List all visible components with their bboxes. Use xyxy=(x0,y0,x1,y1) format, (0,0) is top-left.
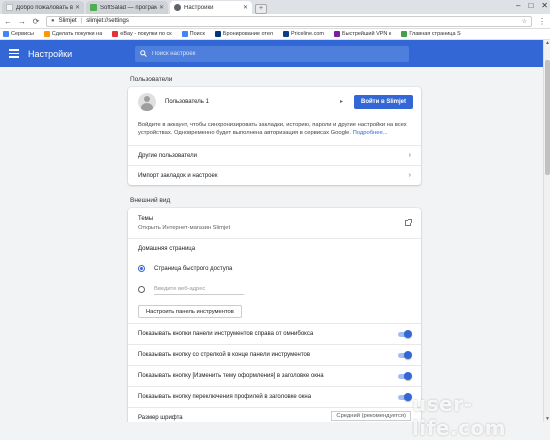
avatar xyxy=(138,92,156,111)
secure-icon: ● xyxy=(51,18,55,24)
reload-icon[interactable]: ⟳ xyxy=(32,17,40,26)
learn-more-link[interactable]: Подробнее... xyxy=(353,130,388,136)
minimize-icon[interactable]: – xyxy=(516,1,520,10)
settings-content: Пользователи Пользователь 1 ▸ Войти в Sl… xyxy=(0,67,543,422)
bookmarks-bar: Сервисы Сделать покупки на eBay - покупк… xyxy=(0,29,550,40)
settings-search[interactable] xyxy=(135,45,409,62)
bookmark-item[interactable]: Priceline.com xyxy=(282,31,324,37)
radio-speed-dial[interactable]: Страница быстрого доступа xyxy=(128,258,421,279)
close-icon[interactable]: ✕ xyxy=(75,4,80,11)
toggle-switch[interactable] xyxy=(398,329,412,338)
external-link-icon[interactable] xyxy=(405,219,412,226)
bookmark-item[interactable]: Главная страница S xyxy=(401,31,461,37)
close-icon[interactable]: ✕ xyxy=(243,4,248,11)
scrollbar-thumb[interactable] xyxy=(545,60,550,175)
browser-tab-1[interactable]: SoftSalad — программы ✕ xyxy=(86,1,168,14)
toggle-switch[interactable] xyxy=(398,350,412,359)
bookmark-favicon-icon xyxy=(43,31,50,37)
themes-row[interactable]: Темы Открыть Интернет-магазин Slimjet xyxy=(128,208,421,238)
tab-title: Настройки xyxy=(184,4,214,11)
hamburger-menu-icon[interactable] xyxy=(9,49,19,58)
bookmark-item[interactable]: Сделать покупки на xyxy=(43,31,102,37)
chevron-right-icon: › xyxy=(408,172,411,179)
toggle-switch[interactable] xyxy=(398,371,412,380)
star-icon[interactable]: ☆ xyxy=(522,18,527,25)
settings-favicon-icon xyxy=(174,4,181,11)
close-icon[interactable]: ✕ xyxy=(159,4,164,11)
signin-button[interactable]: Войти в Slimjet xyxy=(353,94,413,109)
bookmark-favicon-icon xyxy=(181,31,188,37)
other-people-row[interactable]: Другие пользователи › xyxy=(128,145,421,165)
themes-label: Темы xyxy=(138,215,154,222)
window-controls: – □ ✕ xyxy=(516,1,548,10)
bookmark-item[interactable]: Сервисы xyxy=(3,31,34,37)
import-bookmarks-row[interactable]: Импорт закладок и настроек › xyxy=(128,165,421,185)
scroll-up-icon[interactable]: ▲ xyxy=(544,40,550,46)
address-bar[interactable]: ● Slimjet | slimjet://settings ☆ xyxy=(46,15,532,27)
window-close-icon[interactable]: ✕ xyxy=(541,1,548,10)
chevron-right-icon: › xyxy=(408,152,411,159)
bookmark-item[interactable]: Бронирование отел xyxy=(214,31,273,37)
homepage-row: Домашняя страница xyxy=(128,238,421,258)
toggle-switch[interactable] xyxy=(398,392,412,401)
radio-selected-icon[interactable] xyxy=(138,265,145,272)
toggle-row[interactable]: Показывать кнопку [Изменить тему оформле… xyxy=(128,365,421,386)
maximize-icon[interactable]: □ xyxy=(528,1,533,10)
themes-store-link: Открыть Интернет-магазин Slimjet xyxy=(138,224,231,231)
menu-icon[interactable]: ⋮ xyxy=(538,17,546,26)
new-tab-button[interactable]: + xyxy=(255,4,267,14)
toggle-row[interactable]: Показывать кнопку со стрелкой в конце па… xyxy=(128,344,421,365)
user-row: Пользователь 1 ▸ Войти в Slimjet xyxy=(128,87,421,116)
page-favicon-icon xyxy=(6,4,13,11)
bookmark-favicon-icon xyxy=(282,31,289,37)
bookmark-item[interactable]: eBay - покупки по ск xyxy=(112,31,172,37)
settings-header: Настройки xyxy=(0,40,543,67)
browser-tab-2[interactable]: Настройки ✕ xyxy=(170,1,252,14)
address-host: Slimjet xyxy=(58,18,77,24)
bookmark-favicon-icon xyxy=(214,31,221,37)
back-icon[interactable]: ← xyxy=(4,17,12,26)
sync-description: Войдите в аккаунт, чтобы синхронизироват… xyxy=(138,122,407,136)
customize-toolbar-button[interactable]: Настроить панель инструментов xyxy=(138,305,242,318)
homepage-url-input[interactable] xyxy=(154,284,244,295)
people-card: Пользователь 1 ▸ Войти в Slimjet Войдите… xyxy=(128,87,421,185)
customize-toolbar-row: Настроить панель инструментов xyxy=(128,300,421,323)
section-title-people: Пользователи xyxy=(130,76,173,83)
apps-icon xyxy=(3,31,9,37)
forward-icon[interactable]: → xyxy=(18,17,26,26)
tab-title: SoftSalad — программы xyxy=(100,4,157,11)
tab-strip: Добро пожаловать в Sli ✕ SoftSalad — про… xyxy=(0,0,550,14)
watermark-text: user-life.com xyxy=(412,392,507,440)
bookmark-favicon-icon xyxy=(401,31,408,37)
page-scrollbar[interactable]: ▲ ▼ xyxy=(543,40,550,422)
tab-title: Добро пожаловать в Sli xyxy=(16,4,73,11)
user-name: Пользователь 1 xyxy=(165,98,209,105)
bookmark-item[interactable]: Быстрейший VPN к xyxy=(333,31,391,37)
toggle-row[interactable]: Показывать кнопку переключения профилей … xyxy=(128,386,421,407)
search-icon xyxy=(140,50,147,57)
font-size-label: Размер шрифта xyxy=(138,415,183,421)
page-favicon-icon xyxy=(90,4,97,11)
chevron-right-icon[interactable]: ▸ xyxy=(340,98,343,105)
browser-tab-0[interactable]: Добро пожаловать в Sli ✕ xyxy=(2,1,84,14)
bookmark-item[interactable]: Поиск xyxy=(181,31,205,37)
radio-unselected-icon[interactable] xyxy=(138,286,145,293)
homepage-label: Домашняя страница xyxy=(138,245,196,252)
font-size-row[interactable]: Размер шрифта Средний (рекомендуется) xyxy=(128,407,421,421)
bookmark-favicon-icon xyxy=(112,31,119,37)
font-size-dropdown[interactable]: Средний (рекомендуется) xyxy=(331,411,411,421)
appearance-card: Темы Открыть Интернет-магазин Slimjet До… xyxy=(128,208,421,422)
search-input[interactable] xyxy=(152,50,392,57)
radio-custom-url[interactable] xyxy=(128,279,421,300)
toggle-row[interactable]: Показывать кнопки панели инструментов сп… xyxy=(128,323,421,344)
bookmark-favicon-icon xyxy=(333,31,340,37)
section-title-appearance: Внешний вид xyxy=(130,197,171,204)
page-title: Настройки xyxy=(28,48,73,59)
browser-toolbar: ← → ⟳ ● Slimjet | slimjet://settings ☆ ⋮ xyxy=(0,14,550,29)
address-url: slimjet://settings xyxy=(86,18,129,24)
